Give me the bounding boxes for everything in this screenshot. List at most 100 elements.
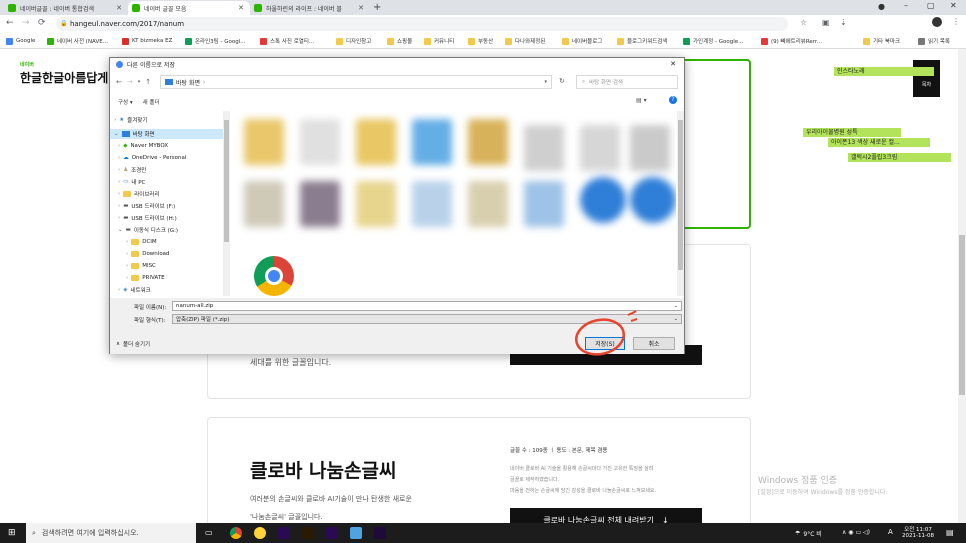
premiere-icon[interactable] [278,527,290,539]
file-thumbnail[interactable] [524,181,564,227]
file-thumbnail[interactable] [468,181,508,227]
task-view-icon[interactable]: ▭ [205,528,213,537]
file-thumbnail[interactable] [356,119,396,165]
bookmark-folder[interactable]: 커뮤니티 [424,36,454,46]
chevron-down-icon[interactable]: ⌄ [674,316,678,322]
bookmark-folder[interactable]: 네이버블로그 [562,36,602,46]
bookmark-item[interactable]: 읽기 목록 [918,36,950,46]
tree-this-pc[interactable]: › ▭ 내 PC [118,177,145,187]
bookmark-star-icon[interactable]: ☆ [800,18,807,27]
page-scrollbar-thumb[interactable] [959,235,965,395]
file-thumbnail[interactable] [300,181,340,227]
refresh-icon[interactable]: ↻ [559,77,565,85]
chrome-taskbar-icon[interactable] [230,527,242,539]
chrome-app-icon[interactable] [254,256,294,296]
tab-blog[interactable]: 하울하린의 라이프 : 네이버 블 ✕ [250,1,370,15]
bookmark-item[interactable]: 온라인3팀 - Googl... [185,36,245,46]
file-thumbnail[interactable] [412,119,452,165]
site-logo[interactable]: 한글한글아름답게 [20,69,108,86]
download-all-button[interactable]: 클로바 나눔손글씨 전체 내려받기 ↓ [510,508,702,523]
file-thumbnail[interactable] [630,177,676,223]
new-tab-button[interactable]: + [373,2,381,13]
tree-folder[interactable]: › Download [126,249,170,259]
tree-folder[interactable]: › MISC [126,261,156,271]
close-icon[interactable]: ✕ [116,4,122,12]
weather-widget[interactable]: ☂ 9°C 비 [795,523,822,543]
close-icon[interactable]: ✕ [238,4,244,12]
tree-folder[interactable]: › PRIVATE [126,273,165,283]
tree-usb-h[interactable]: › ▬ USB 드라이브 (H:) [118,213,177,223]
profile-icon[interactable]: ● [878,2,885,11]
minimize-button[interactable]: – [904,1,908,10]
sticky-note[interactable]: 우리아이물병원 성특 [803,128,901,137]
tree-removable-g[interactable]: ⌄ ▬ 이동식 디스크 (G:) [118,225,178,235]
new-folder-button[interactable]: 새 폴더 [143,98,160,106]
maximize-button[interactable]: ▢ [927,1,935,10]
tree-favorites[interactable]: › ★ 즐겨찾기 [114,115,147,125]
chevron-down-icon[interactable]: ▾ [544,79,547,85]
file-thumbnail[interactable] [244,119,284,165]
tree-user[interactable]: › ♟ 조경민 [118,165,146,175]
ime-indicator[interactable]: A [888,528,893,536]
extension-icon[interactable]: ▣ [822,18,830,27]
nav-pane-scrollbar-thumb[interactable] [224,120,229,242]
tree-mybox[interactable]: › ◆ Naver MYBOX [118,141,168,151]
sticky-note[interactable]: 아이폰13 색상 새로운 컬... [828,138,930,147]
search-box[interactable]: ⌕ 바탕 화면 검색 [576,75,678,89]
bookmark-item[interactable]: (9) 뼤에트리뷰Rerr... [761,36,822,46]
reload-icon[interactable]: ⟳ [38,18,46,28]
app-icon[interactable] [350,527,362,539]
file-list-scrollbar-thumb[interactable] [678,120,683,270]
tree-onedrive[interactable]: › ☁ OneDrive - Personal [118,153,186,163]
bookmark-item[interactable]: 네이버 사전 (NAVE... [47,36,108,46]
tree-usb-f[interactable]: › ▬ USB 드라이브 (F:) [118,201,175,211]
tray-icons[interactable]: ∧ ◉ ▭ ◁) [842,529,870,536]
forward-icon[interactable]: → [127,78,133,86]
back-icon[interactable]: ← [116,78,122,86]
file-thumbnail[interactable] [524,125,564,171]
sticky-note[interactable]: 갤럭시2플립3크림 [848,153,951,162]
kakaotalk-icon[interactable] [254,527,266,539]
dialog-close-icon[interactable]: ✕ [670,60,676,68]
naver-logo[interactable]: 네이버 [20,61,34,68]
bookmark-folder[interactable]: 블로그키워드검색 [617,36,667,46]
font-card-clova[interactable]: 클로바 나눔손글씨 여러분의 손글씨와 클로바 AI기술이 만나 탄생한 새로운… [207,417,751,523]
back-icon[interactable]: ← [6,18,14,28]
tree-desktop[interactable]: ⌄ 바탕 화면 [110,129,224,139]
view-options-icon[interactable]: ▤ ▾ [636,97,647,104]
tab-naver-fonts[interactable]: 네이버 글꼴 모음 ✕ [128,1,250,15]
address-bar[interactable]: 🔒 hangeul.naver.com/2017/nanum [56,17,788,31]
bridge-icon[interactable] [302,527,314,539]
bookmark-item[interactable]: Google [6,36,35,46]
file-thumbnail[interactable] [630,125,670,171]
menu-icon[interactable]: ⋮ [952,17,960,26]
hide-folders-toggle[interactable]: ∧ 폴더 숨기기 [116,340,150,348]
file-thumbnail[interactable] [580,125,620,171]
sticky-note[interactable]: 인스타노래 [834,67,934,76]
chevron-down-icon[interactable]: ⌄ [674,303,678,309]
file-thumbnail[interactable] [300,119,340,165]
file-thumbnail[interactable] [580,177,626,223]
close-icon[interactable]: ✕ [358,4,364,12]
path-bar[interactable]: 바탕 화면 › ▾ [160,75,552,89]
up-icon[interactable]: ↑ [145,78,151,86]
file-thumbnail[interactable] [468,119,508,165]
bookmark-item[interactable]: 가인계정 - Google... [683,36,743,46]
tree-network[interactable]: › ◈ 네트워크 [118,285,151,295]
toc-button[interactable]: ☰ 목차 [913,60,940,97]
tree-libraries[interactable]: › 라이브러리 [118,189,160,199]
bookmark-folder[interactable]: 디자인참고 [336,36,371,46]
avatar[interactable] [932,17,942,27]
premiere-icon[interactable] [326,527,338,539]
download-icon[interactable]: ⇣ [840,18,847,27]
clock[interactable]: 오전 11:07 2021-11-08 [902,525,934,539]
notification-icon[interactable]: ▤ [946,528,954,537]
tab-naver-search[interactable]: 네이버글꼴 : 네이버 통합검색 ✕ [4,1,128,15]
bookmark-item[interactable]: KT bizmeka EZ [122,36,172,46]
bookmark-item[interactable]: 스톡 사진 로열티... [260,36,314,46]
recent-dropdown-icon[interactable]: ▾ [138,79,141,85]
windows-start-icon[interactable]: ⊞ [8,528,16,538]
file-thumbnail[interactable] [356,181,396,227]
file-thumbnail[interactable] [412,181,452,227]
help-icon[interactable]: ? [669,96,677,104]
